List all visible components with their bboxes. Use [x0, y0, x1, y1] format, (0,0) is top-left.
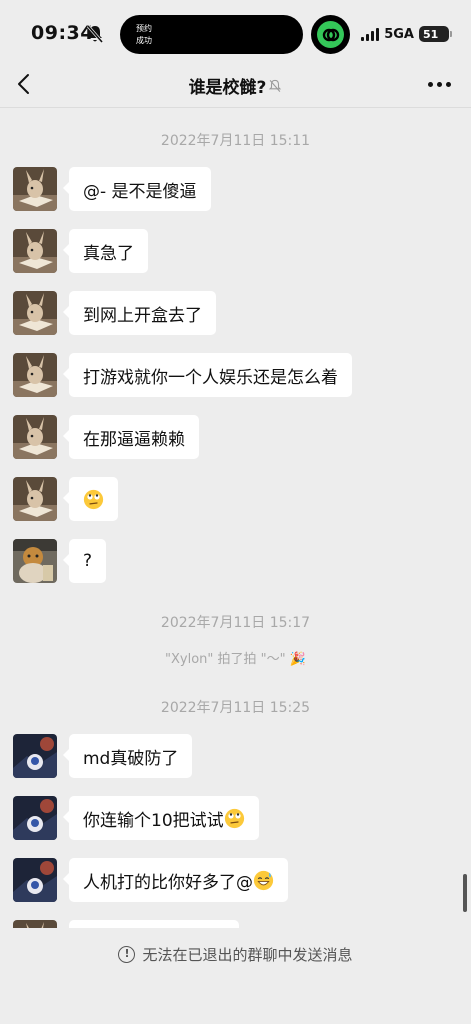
message-bubble[interactable]: 在那逼逼赖赖	[63, 415, 199, 459]
message-bubble[interactable]: @- 是不是傻逼	[63, 167, 211, 211]
island-app-indicator[interactable]	[311, 15, 350, 54]
message-text: md真破防了	[83, 748, 179, 769]
timestamp: 2022年7月11日 15:11	[160, 133, 311, 149]
message-bubble[interactable]: 人机打的比你好多了@	[63, 858, 288, 902]
info-circle-icon: !	[118, 946, 136, 963]
nav-bar: 谁是校雠?	[0, 62, 471, 108]
message-bubble[interactable]: 你连输个10把试试	[63, 796, 259, 840]
message-row: 在那逼逼赖赖	[13, 415, 199, 459]
message-text: 在那逼逼赖赖	[83, 429, 185, 450]
chat-area[interactable]: 2022年7月11日 15:11 @- 是不是傻逼 真急了 到网上开盒去了 打游…	[0, 108, 471, 928]
message-text: 打游戏就你一个人娱乐还是怎么着	[83, 367, 338, 388]
chat-title: 谁是校雠?	[188, 78, 267, 98]
message-row: 人机打的比你好多了@	[13, 858, 288, 902]
message-row: 到网上开盒去了	[13, 291, 216, 335]
chat-title-container: 谁是校雠?	[0, 73, 471, 98]
dynamic-island[interactable]: 预约 成功	[120, 15, 303, 54]
avatar[interactable]	[13, 415, 57, 459]
bell-off-icon	[269, 79, 282, 92]
status-time: 09:34	[31, 22, 94, 44]
message-row: ?	[13, 539, 107, 583]
island-text-line1: 预约	[136, 24, 152, 33]
notice-text: 无法在已退出的群聊中发送消息	[142, 946, 353, 964]
message-bubble[interactable]	[63, 477, 118, 521]
avatar[interactable]	[13, 796, 57, 840]
message-row: @- 是不是傻逼	[13, 167, 211, 211]
message-row: 打游戏就你一个人娱乐还是怎么着	[13, 353, 352, 397]
link-icon	[317, 21, 344, 48]
message-bubble[interactable]: md真破防了	[62, 734, 193, 778]
rolling-eyes-emoji-icon	[83, 489, 104, 510]
message-row	[13, 477, 118, 521]
avatar[interactable]	[13, 477, 57, 521]
bell-off-icon	[86, 25, 104, 43]
message-text: 人机打的比你好多了@	[83, 872, 253, 893]
pat-text: "Xylon" 拍了拍 "～"	[165, 652, 286, 667]
avatar[interactable]	[13, 353, 57, 397]
avatar[interactable]	[13, 920, 57, 928]
avatar[interactable]	[13, 858, 57, 902]
message-bubble[interactable]	[69, 920, 239, 928]
network-type: 5GA	[384, 26, 414, 42]
message-text: 真急了	[83, 243, 134, 264]
message-text: @- 是不是傻逼	[83, 181, 197, 202]
message-text: 到网上开盒去了	[83, 305, 202, 326]
message-text: ?	[83, 551, 93, 571]
message-row: 你连输个10把试试	[13, 796, 259, 840]
more-icon[interactable]	[428, 82, 451, 87]
avatar[interactable]	[13, 229, 57, 273]
message-text: 你连输个10把试试	[83, 810, 224, 831]
message-bubble[interactable]: 到网上开盒去了	[63, 291, 216, 335]
message-bubble[interactable]: ?	[62, 539, 107, 583]
avatar[interactable]	[13, 167, 57, 211]
message-bubble[interactable]: 真急了	[63, 229, 148, 273]
avatar[interactable]	[13, 539, 57, 583]
party-popper-icon: 🎉	[289, 652, 306, 667]
battery-icon: 51	[419, 26, 452, 42]
system-message: "Xylon" 拍了拍 "～" 🎉	[0, 648, 471, 667]
grinning-sweat-emoji-icon	[253, 870, 274, 891]
status-bar: 09:34 预约 成功 5GA 51	[0, 0, 471, 70]
message-row: 真急了	[13, 229, 148, 273]
island-text-line2: 成功	[136, 36, 152, 45]
avatar[interactable]	[13, 734, 57, 778]
scrollbar[interactable]	[463, 874, 467, 912]
timestamp: 2022年7月11日 15:17	[160, 615, 311, 631]
timestamp: 2022年7月11日 15:25	[160, 700, 311, 716]
avatar[interactable]	[13, 291, 57, 335]
battery-level: 51	[423, 27, 439, 41]
message-row-partial	[13, 920, 239, 928]
message-bubble[interactable]: 打游戏就你一个人娱乐还是怎么着	[63, 353, 352, 397]
message-row: md真破防了	[13, 734, 193, 778]
rolling-eyes-emoji-icon	[224, 808, 245, 829]
signal-icon	[361, 27, 380, 41]
exited-group-notice: ! 无法在已退出的群聊中发送消息	[0, 944, 471, 965]
status-right: 5GA 51	[361, 26, 452, 42]
